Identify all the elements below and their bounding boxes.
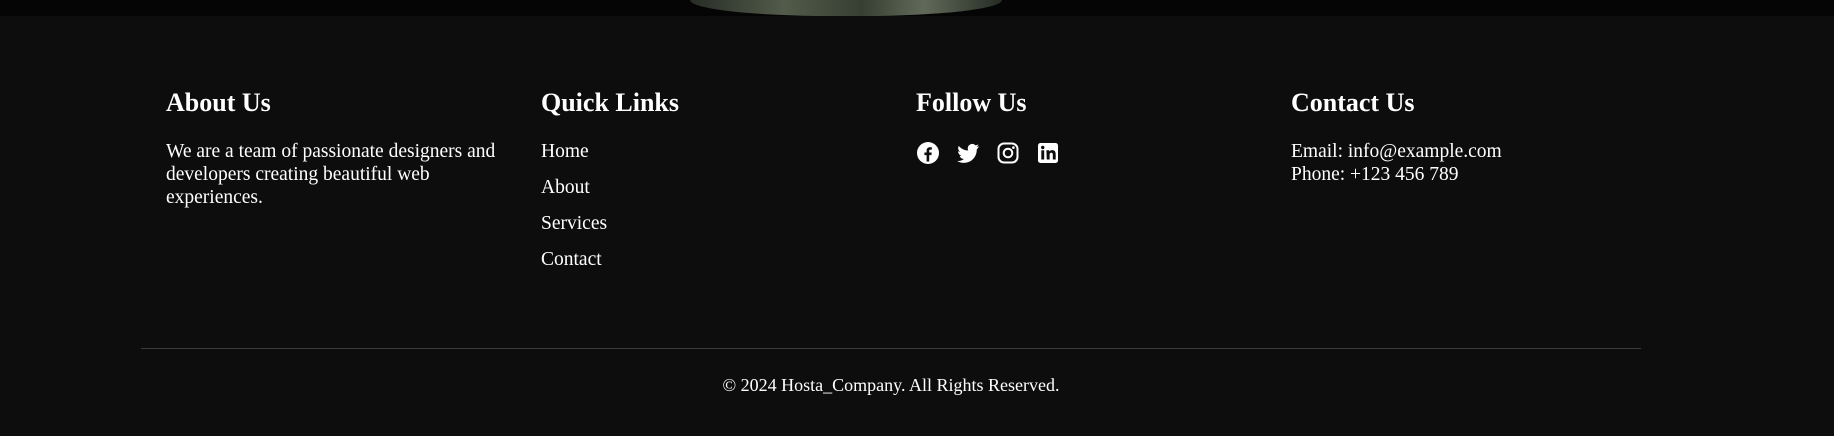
quick-link-item: Contact [541,248,841,271]
contact-link[interactable]: Contact [541,249,602,270]
hero-image-bottom-edge [690,0,1002,16]
contact-heading: Contact Us [1291,88,1415,117]
quick-link-item: Services [541,212,841,235]
footer-divider [141,348,1641,349]
contact-section: Contact Us Email: info@example.com Phone… [1291,88,1621,186]
services-link[interactable]: Services [541,213,607,234]
copyright-text: © 2024 Hosta_Company. All Rights Reserve… [722,375,1060,395]
about-section: About Us We are a team of passionate des… [166,88,496,209]
contact-email: Email: info@example.com [1291,141,1502,162]
facebook-icon[interactable] [916,141,940,165]
quick-links-heading: Quick Links [541,88,680,117]
about-text: We are a team of passionate designers an… [166,141,496,208]
home-link[interactable]: Home [541,141,589,162]
linkedin-icon[interactable] [1036,141,1060,165]
follow-heading: Follow Us [916,88,1027,117]
about-link[interactable]: About [541,177,590,198]
follow-section: Follow Us [916,88,1216,165]
twitter-icon[interactable] [956,141,980,165]
top-strip [0,0,1834,16]
quick-link-item: Home [541,140,841,163]
instagram-icon[interactable] [996,141,1020,165]
quick-link-item: About [541,176,841,199]
site-footer: About Us We are a team of passionate des… [0,16,1834,436]
quick-links-section: Quick Links Home About Services Contact [541,88,841,284]
contact-details: Email: info@example.com Phone: +123 456 … [1291,140,1621,186]
quick-links-list: Home About Services Contact [541,140,841,271]
about-heading: About Us [166,88,271,117]
social-icons-row [916,141,1216,165]
contact-phone: Phone: +123 456 789 [1291,164,1459,185]
